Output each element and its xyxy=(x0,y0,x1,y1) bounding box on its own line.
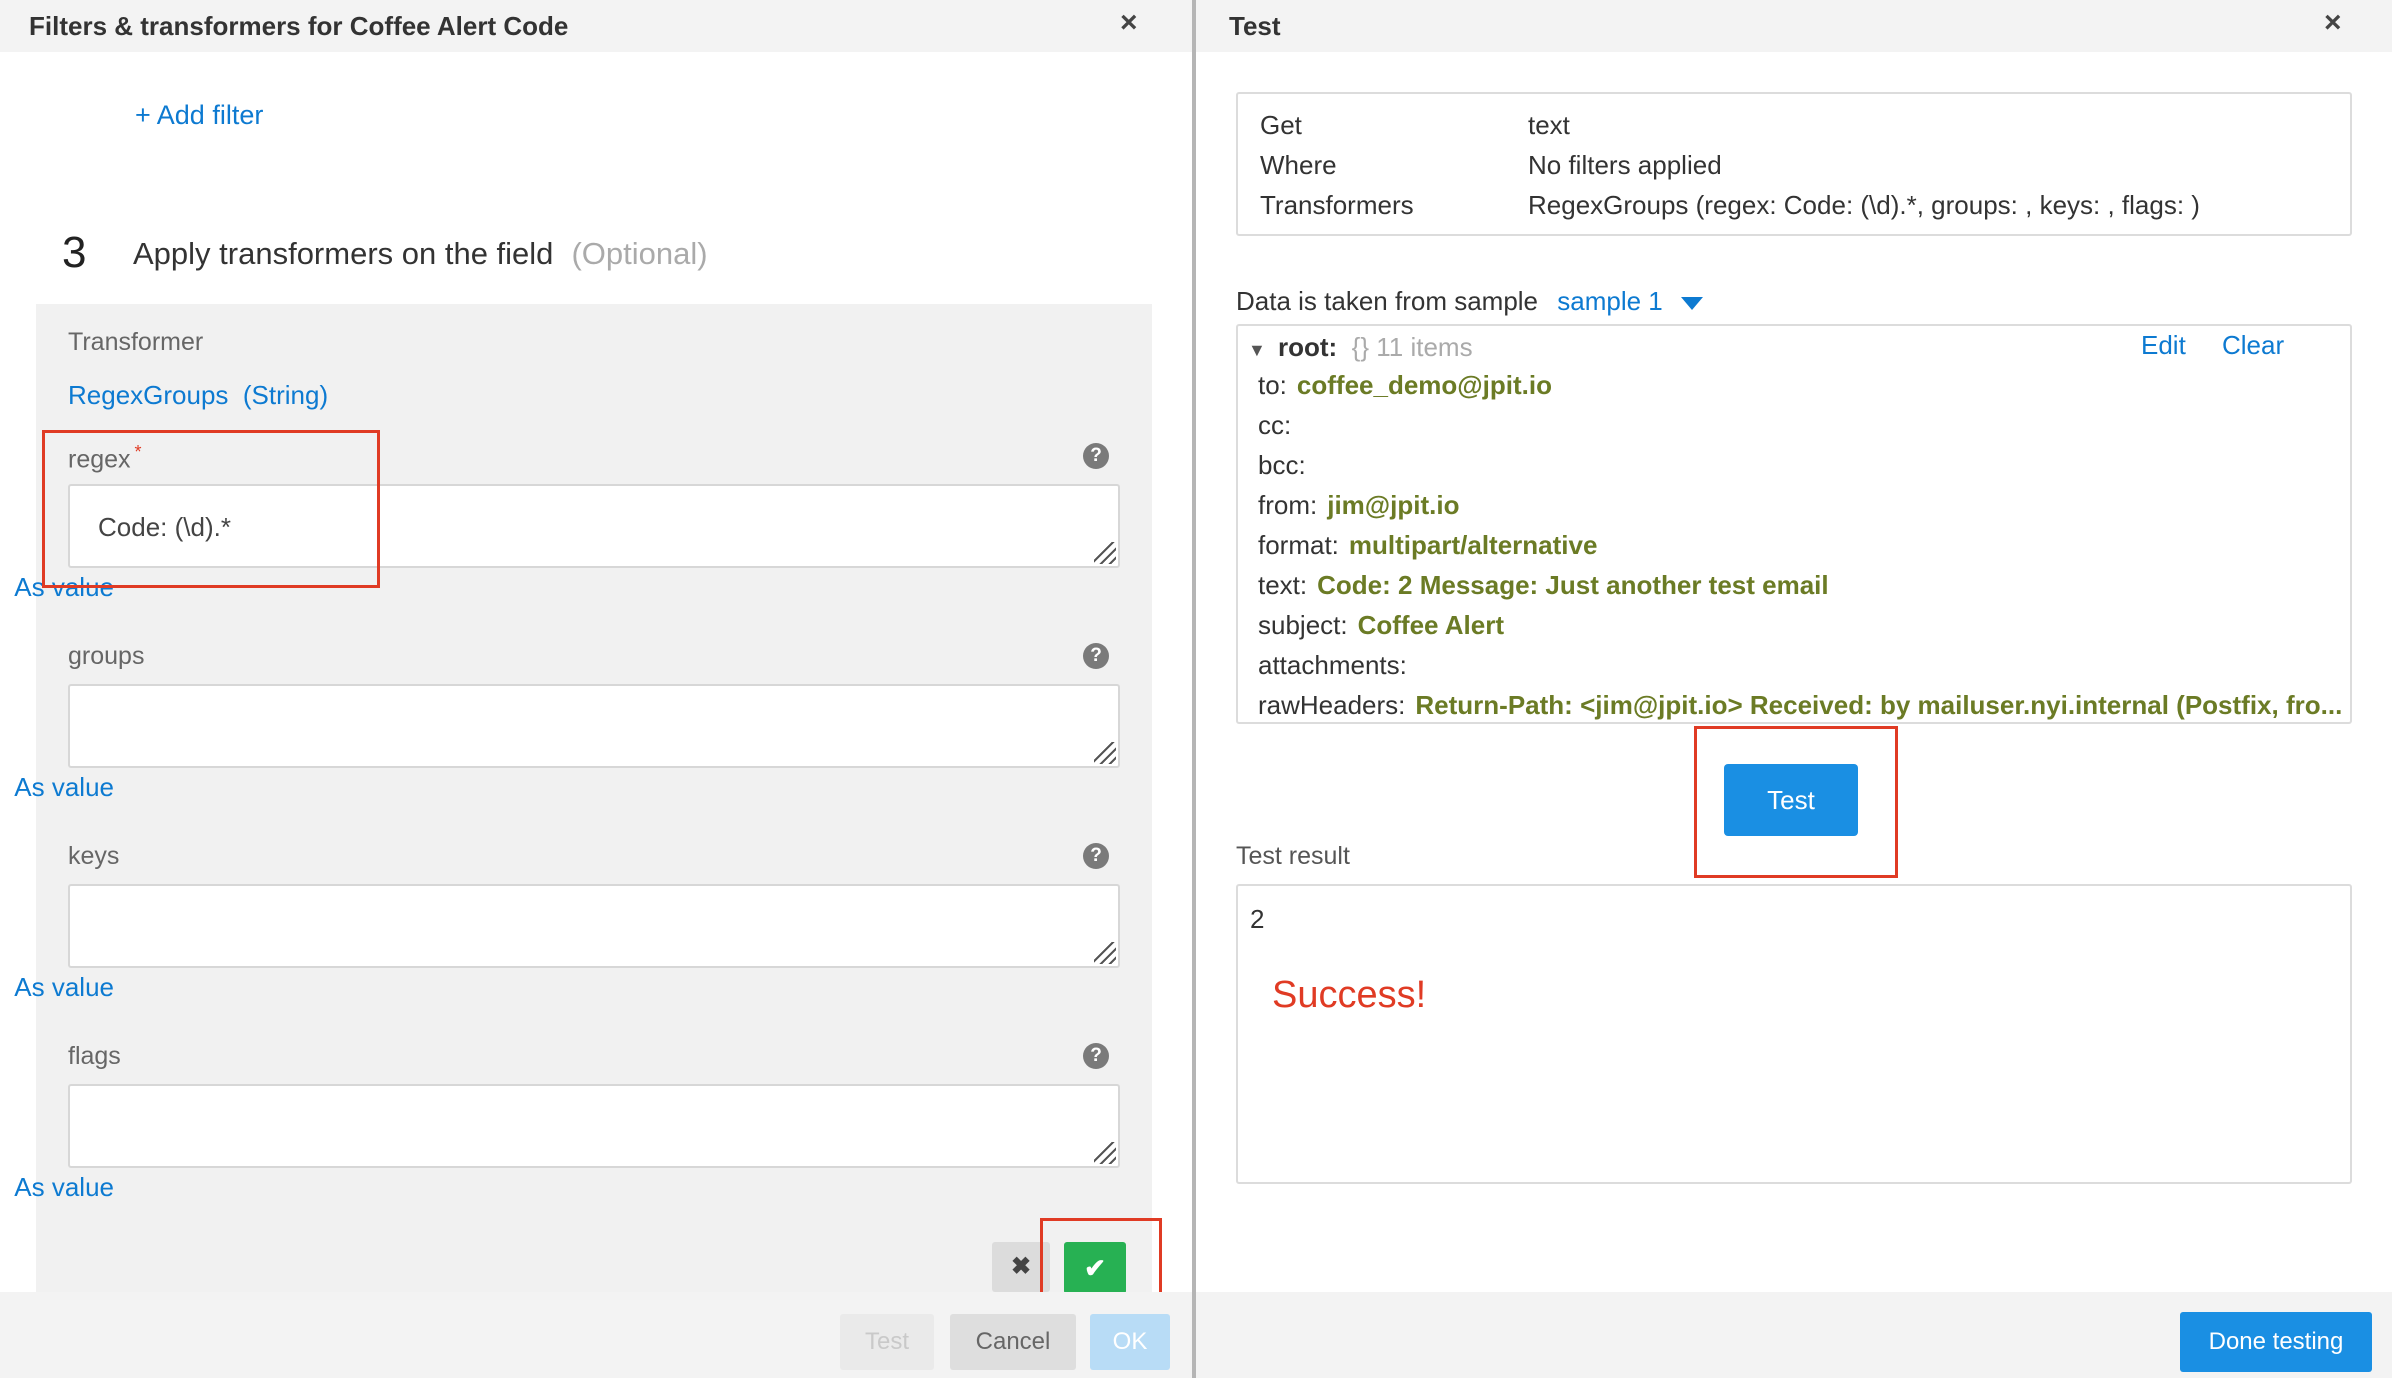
summary-value: text xyxy=(1528,110,1570,140)
data-row: subject: Coffee Alert xyxy=(1258,610,1504,640)
data-row: cc: xyxy=(1258,410,1292,440)
footer-test-button[interactable]: Test xyxy=(840,1314,934,1370)
transformer-label: Transformer xyxy=(68,328,204,356)
keys-input[interactable] xyxy=(68,884,1120,968)
sample-selector: Data is taken from sample sample 1 xyxy=(1236,286,1703,317)
resize-handle-icon[interactable] xyxy=(1094,542,1116,564)
help-icon[interactable]: ? xyxy=(1083,1043,1109,1069)
test-result-label: Test result xyxy=(1236,842,1350,870)
transformers-panel: Filters & transformers for Coffee Alert … xyxy=(0,0,1192,1378)
panel-title: Filters & transformers for Coffee Alert … xyxy=(29,11,569,41)
panel-header: Filters & transformers for Coffee Alert … xyxy=(0,0,1192,52)
edit-sample-link[interactable]: Edit xyxy=(2141,330,2186,361)
sample-data-tree: ▼ root: {} 11 items Edit Clear to: coffee… xyxy=(1236,324,2352,724)
chevron-down-icon xyxy=(1680,296,1703,310)
flags-input[interactable] xyxy=(68,1084,1120,1168)
keys-label: keys xyxy=(68,842,120,870)
help-icon[interactable]: ? xyxy=(1083,643,1109,669)
footer-ok-button[interactable]: OK xyxy=(1090,1314,1170,1370)
annotation-highlight-test xyxy=(1694,726,1898,878)
done-testing-button[interactable]: Done testing xyxy=(2180,1312,2372,1372)
sample-label: Data is taken from sample xyxy=(1236,286,1539,316)
sample-dropdown[interactable]: sample 1 xyxy=(1557,286,1703,316)
annotation-highlight-regex xyxy=(42,430,380,588)
data-row: attachments: xyxy=(1258,650,1407,680)
data-row: from: jim@jpit.io xyxy=(1258,490,1460,520)
test-result-box: 2 Success! xyxy=(1236,884,2352,1184)
keys-as-value-link[interactable]: As value xyxy=(14,972,114,1003)
root-node: root: {} 11 items xyxy=(1278,332,1473,363)
data-row: bcc: xyxy=(1258,450,1306,480)
step-title: Apply transformers on the field (Optional… xyxy=(133,236,708,272)
data-row: text: Code: 2 Message: Just another test … xyxy=(1258,570,1829,600)
groups-as-value-link[interactable]: As value xyxy=(14,772,114,803)
resize-handle-icon[interactable] xyxy=(1094,942,1116,964)
root-label: root: xyxy=(1278,332,1338,362)
test-summary: Get text Where No filters applied Transf… xyxy=(1236,92,2352,236)
resize-handle-icon[interactable] xyxy=(1094,1142,1116,1164)
clear-sample-link[interactable]: Clear xyxy=(2222,330,2284,361)
resize-handle-icon[interactable] xyxy=(1094,742,1116,764)
footer-cancel-button[interactable]: Cancel xyxy=(950,1314,1076,1370)
close-icon[interactable]: × xyxy=(1120,6,1138,40)
help-icon[interactable]: ? xyxy=(1083,843,1109,869)
transformer-selector[interactable]: RegexGroups (String) xyxy=(68,380,328,411)
transformer-name: RegexGroups xyxy=(68,380,229,410)
test-panel-header: Test × xyxy=(1196,0,2392,52)
success-annotation: Success! xyxy=(1272,974,1427,1016)
step-title-text: Apply transformers on the field xyxy=(133,236,554,271)
root-meta: {} 11 items xyxy=(1351,332,1473,362)
data-row: to: coffee_demo@jpit.io xyxy=(1258,370,1552,400)
flags-as-value-link[interactable]: As value xyxy=(14,1172,114,1203)
panel-divider xyxy=(1192,0,1196,1378)
transformer-type: (String) xyxy=(242,380,329,410)
summary-key: Get xyxy=(1260,110,1302,140)
data-row: rawHeaders: Return-Path: <jim@jpit.io> Re… xyxy=(1258,690,2343,720)
data-row: format: multipart/alternative xyxy=(1258,530,1598,560)
summary-key: Transformers xyxy=(1260,190,1414,220)
groups-input[interactable] xyxy=(68,684,1120,768)
summary-key: Where xyxy=(1260,150,1337,180)
close-icon[interactable]: × xyxy=(2324,6,2342,40)
collapse-triangle-icon[interactable]: ▼ xyxy=(1248,340,1266,361)
summary-value: RegexGroups (regex: Code: (\d).*, groups… xyxy=(1528,190,2200,220)
flags-label: flags xyxy=(68,1042,121,1070)
groups-label: groups xyxy=(68,642,145,670)
step-optional-label: (Optional) xyxy=(571,236,708,271)
test-panel-title: Test xyxy=(1229,11,1281,41)
summary-value: No filters applied xyxy=(1528,150,1722,180)
add-filter-link[interactable]: + Add filter xyxy=(135,100,263,131)
sample-value: sample 1 xyxy=(1557,286,1663,316)
help-icon[interactable]: ? xyxy=(1083,443,1109,469)
step-number: 3 xyxy=(62,228,87,277)
test-result-value: 2 xyxy=(1250,904,1265,934)
